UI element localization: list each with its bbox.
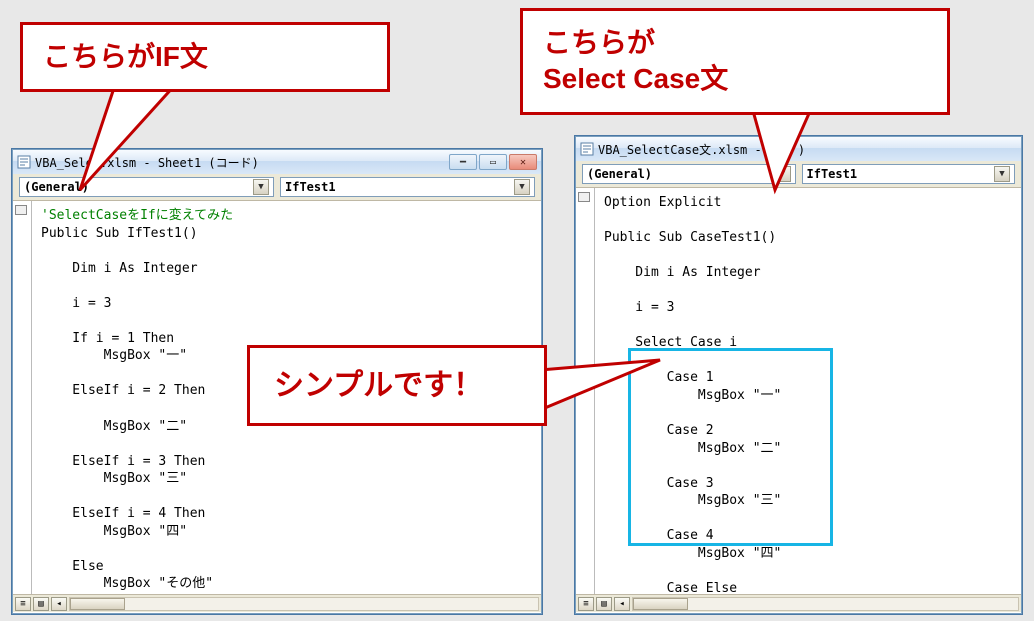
scrollbar-thumb[interactable]	[70, 598, 125, 610]
chevron-down-icon[interactable]: ▼	[253, 179, 269, 195]
callout-center-simple: シンプルです！	[247, 345, 547, 426]
scroll-left-button[interactable]: ◂	[614, 597, 630, 611]
callout-center-text: シンプルです！	[274, 369, 483, 402]
procedure-dropdown[interactable]: IfTest1 ▼	[280, 177, 535, 197]
code-body: Public Sub IfTest1() Dim i As Integer i …	[41, 226, 213, 594]
callout-left-text: こちらがIF文	[43, 41, 208, 72]
file-icon	[17, 155, 31, 169]
chevron-down-icon[interactable]: ▼	[994, 166, 1010, 182]
hscroll-left[interactable]: ≡ ▤ ◂	[13, 594, 541, 612]
callout-center-tail	[540, 350, 670, 430]
scrollbar-track[interactable]	[69, 597, 539, 611]
close-button[interactable]: ✕	[509, 154, 537, 170]
view-procedure-icon[interactable]	[578, 192, 590, 202]
scrollbar-track[interactable]	[632, 597, 1019, 611]
view-procedure-icon[interactable]	[15, 205, 27, 215]
view-full-icon[interactable]: ≡	[15, 597, 31, 611]
code-comment: 'SelectCaseをIfに変えてみた	[41, 208, 233, 223]
minimize-button[interactable]: ━	[449, 154, 477, 170]
chevron-down-icon[interactable]: ▼	[514, 179, 530, 195]
procedure-dropdown-value: IfTest1	[285, 180, 336, 194]
callout-left-if: こちらがIF文	[20, 22, 390, 92]
object-dropdown-value: (General)	[587, 167, 652, 181]
scrollbar-thumb[interactable]	[633, 598, 688, 610]
callout-left-tail	[55, 85, 185, 195]
view-full-icon[interactable]: ≡	[578, 597, 594, 611]
maximize-button[interactable]: ▭	[479, 154, 507, 170]
view-proc-icon[interactable]: ▤	[596, 597, 612, 611]
callout-right-line1: こちらが	[543, 27, 655, 58]
callout-right-select: こちらが Select Case文	[520, 8, 950, 115]
hscroll-right[interactable]: ≡ ▤ ◂	[576, 594, 1021, 612]
scroll-left-button[interactable]: ◂	[51, 597, 67, 611]
view-proc-icon[interactable]: ▤	[33, 597, 49, 611]
file-icon	[580, 142, 594, 156]
callout-right-line2: Select Case文	[543, 63, 728, 94]
